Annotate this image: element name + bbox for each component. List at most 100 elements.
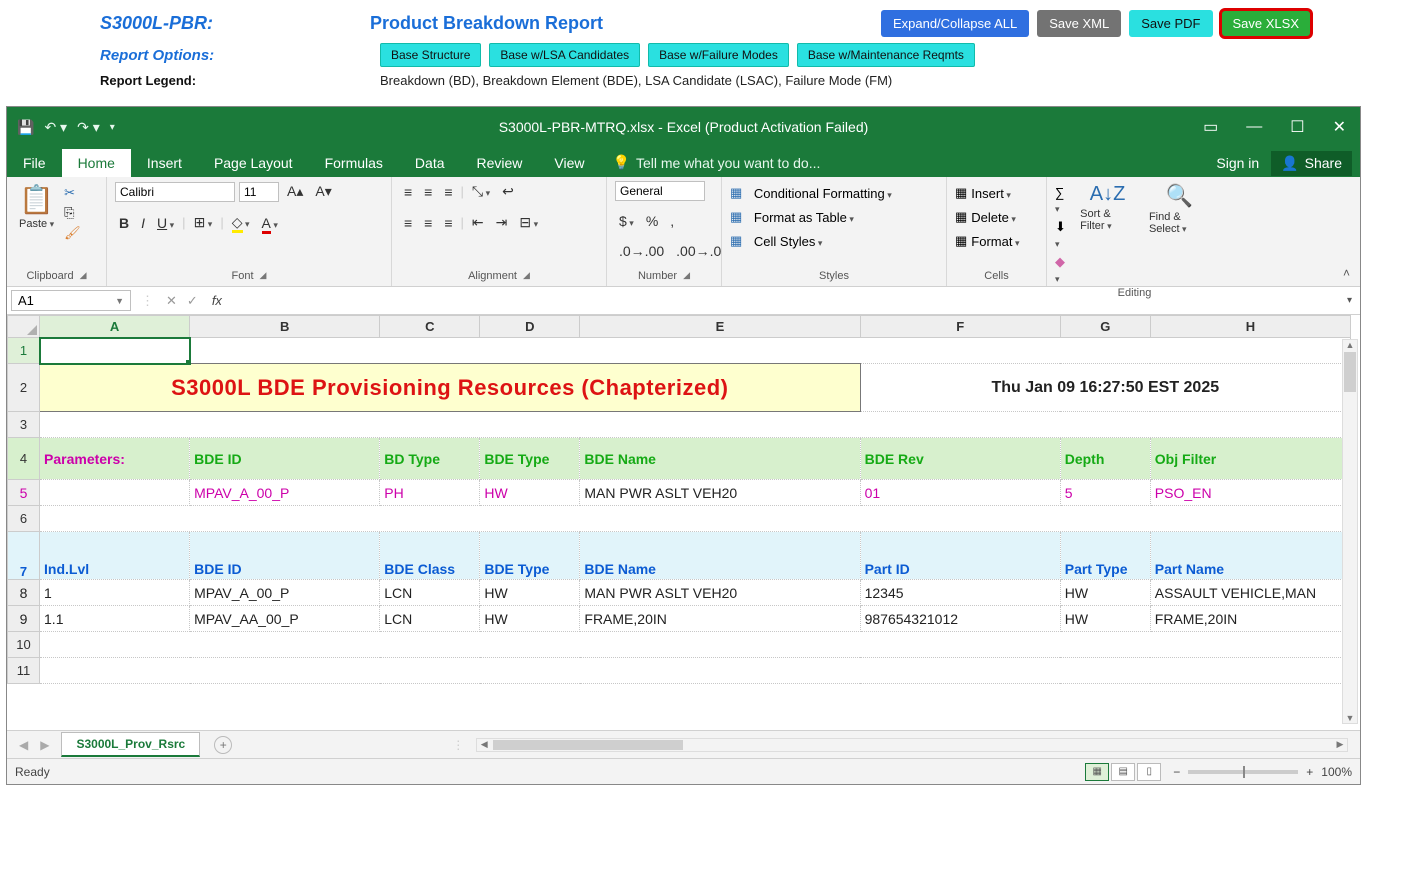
expand-formula-bar-icon[interactable]: ▾ [1339,295,1360,306]
save-xlsx-button[interactable]: Save XLSX [1221,10,1312,37]
tab-insert[interactable]: Insert [131,149,198,177]
option-maintenance-reqmts[interactable]: Base w/Maintenance Reqmts [797,43,975,67]
tab-review[interactable]: Review [461,149,539,177]
clipboard-launcher-icon[interactable]: ◢ [80,270,87,282]
tab-view[interactable]: View [538,149,600,177]
view-page-layout-icon[interactable]: ▤ [1111,763,1135,781]
table-cell[interactable]: LCN [380,580,480,606]
align-bottom-icon[interactable]: ≡ [440,182,456,202]
conditional-formatting-button[interactable]: ▦ Conditional Formatting [730,185,892,201]
orientation-icon[interactable]: ⤡ [468,181,494,202]
vertical-scrollbar[interactable]: ▲▼ [1342,339,1358,724]
ribbon-options-icon[interactable]: ▭ [1189,107,1232,147]
col-header[interactable]: E [580,316,860,338]
align-center-icon[interactable]: ≡ [420,213,436,233]
increase-font-icon[interactable]: A▴ [283,181,307,202]
zoom-level[interactable]: 100% [1321,765,1352,779]
cancel-formula-icon[interactable]: ✕ [166,293,177,309]
col-header[interactable]: D [480,316,580,338]
row-header[interactable]: 2 [8,364,40,412]
underline-icon[interactable]: U [153,213,178,233]
option-lsa-candidates[interactable]: Base w/LSA Candidates [489,43,640,67]
row-header[interactable]: 3 [8,412,40,438]
row-header[interactable]: 9 [8,606,40,632]
find-select-button[interactable]: 🔍Find & Select [1145,181,1214,237]
align-right-icon[interactable]: ≡ [440,213,456,233]
close-icon[interactable]: ✕ [1319,107,1360,147]
row-header[interactable]: 11 [8,658,40,684]
tab-formulas[interactable]: Formulas [309,149,399,177]
option-failure-modes[interactable]: Base w/Failure Modes [648,43,789,67]
row-header[interactable]: 4 [8,438,40,480]
tab-data[interactable]: Data [399,149,461,177]
save-icon[interactable]: 💾 [17,119,34,136]
zoom-in-icon[interactable]: + [1306,765,1313,779]
fill-icon[interactable]: ⬇ [1055,219,1070,250]
col-header[interactable]: C [380,316,480,338]
tab-home[interactable]: Home [62,149,131,177]
row-header[interactable]: 1 [8,338,40,364]
align-top-icon[interactable]: ≡ [400,182,416,202]
table-cell[interactable]: HW [1060,580,1150,606]
zoom-slider[interactable] [1188,770,1298,774]
name-box[interactable]: A1▼ [11,290,131,311]
col-header[interactable]: G [1060,316,1150,338]
row-header[interactable]: 10 [8,632,40,658]
zoom-out-icon[interactable]: − [1173,765,1180,779]
decrease-indent-icon[interactable]: ⇤ [468,212,488,233]
table-cell[interactable]: MPAV_AA_00_P [190,606,380,632]
add-sheet-icon[interactable]: + [214,736,232,754]
row-header[interactable]: 6 [8,506,40,532]
autosum-icon[interactable]: ∑ [1055,185,1070,215]
font-size-select[interactable] [239,182,279,202]
minimize-icon[interactable]: — [1232,108,1276,146]
paste-button[interactable]: 📋Paste [15,181,58,232]
format-as-table-button[interactable]: ▦ Format as Table [730,209,854,225]
sheet-tab[interactable]: S3000L_Prov_Rsrc [61,732,200,757]
expand-collapse-button[interactable]: Expand/Collapse ALL [881,10,1029,37]
sign-in-link[interactable]: Sign in [1204,149,1271,177]
clear-icon[interactable]: ◆ [1055,254,1070,285]
table-cell[interactable]: HW [1060,606,1150,632]
worksheet-grid[interactable]: A B C D E F G H 1 2S3000L BDE Provisioni… [7,315,1360,730]
percent-format-icon[interactable]: % [642,211,662,231]
view-normal-icon[interactable]: ▦ [1085,763,1109,781]
view-page-break-icon[interactable]: ▯ [1137,763,1161,781]
merge-center-icon[interactable]: ⊟ [515,212,542,233]
format-painter-icon[interactable]: 🖌 [64,225,81,241]
maximize-icon[interactable]: ☐ [1276,107,1318,147]
select-all-corner[interactable] [8,316,40,338]
table-cell[interactable]: 1 [40,580,190,606]
save-xml-button[interactable]: Save XML [1037,10,1121,37]
col-header[interactable]: F [860,316,1060,338]
borders-icon[interactable]: ⊞ [190,212,217,233]
font-name-select[interactable] [115,182,235,202]
increase-decimal-icon[interactable]: .0→.00 [615,241,668,261]
format-cells-button[interactable]: ▦ Format [955,233,1020,249]
table-cell[interactable]: 987654321012 [860,606,1060,632]
cell-styles-button[interactable]: ▦ Cell Styles [730,233,822,249]
sheet-nav-prev-icon[interactable]: ◀ [19,738,28,752]
comma-format-icon[interactable]: , [666,211,678,231]
accounting-format-icon[interactable]: $ [615,211,638,231]
table-cell[interactable]: HW [480,580,580,606]
insert-cells-button[interactable]: ▦ Insert [955,185,1011,201]
table-cell[interactable]: 1.1 [40,606,190,632]
qat-customize-icon[interactable]: ▾ [110,122,115,133]
align-middle-icon[interactable]: ≡ [420,182,436,202]
row-header[interactable]: 5 [8,480,40,506]
collapse-ribbon-icon[interactable]: ˄ [1343,266,1350,280]
col-header[interactable]: B [190,316,380,338]
table-cell[interactable]: 12345 [860,580,1060,606]
copy-icon[interactable]: ⎘ [64,205,81,221]
row-header[interactable]: 7 [8,532,40,580]
number-format-select[interactable] [615,181,705,201]
cell-a1[interactable] [40,338,190,364]
increase-indent-icon[interactable]: ⇥ [492,212,512,233]
delete-cells-button[interactable]: ▦ Delete [955,209,1016,225]
table-cell[interactable]: FRAME,20IN [1150,606,1350,632]
fx-icon[interactable]: fx [204,293,230,308]
sheet-nav-next-icon[interactable]: ▶ [40,738,49,752]
table-cell[interactable]: MPAV_A_00_P [190,580,380,606]
sort-filter-button[interactable]: A↓ZSort & Filter [1076,181,1139,234]
